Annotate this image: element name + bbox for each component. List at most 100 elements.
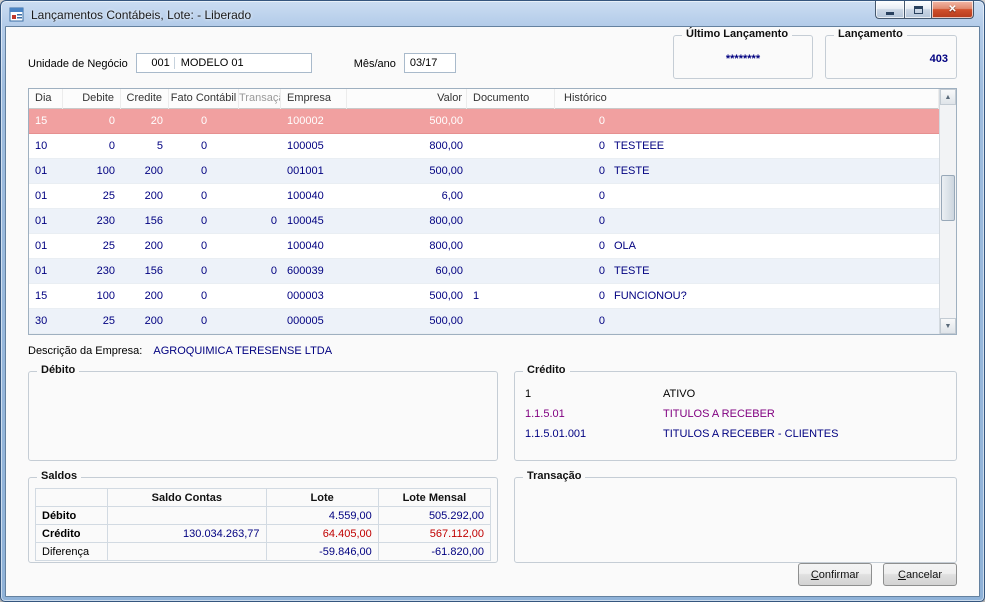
cell-fato: 0 [200, 140, 208, 152]
account-name: TITULOS A RECEBER - CLIENTES [663, 428, 839, 440]
confirmar-button[interactable]: Confirmar [798, 563, 872, 586]
table-row[interactable]: 30 25 200 0 000005 500,00 0 [29, 309, 939, 334]
cell-valor: 500,00 [429, 315, 463, 327]
unidade-negocio-label: Unidade de Negócio [28, 58, 128, 70]
mes-ano-field[interactable]: 03/17 [403, 53, 456, 73]
cell-credite: 200 [144, 315, 163, 327]
caption-buttons: ✕ [875, 1, 974, 19]
cell-historico: TESTE [614, 165, 650, 177]
cell-empresa: 600039 [287, 265, 324, 277]
cell-debite: 25 [102, 190, 115, 202]
column-header-fato[interactable]: Fato Contábil [169, 88, 239, 109]
column-header-credite[interactable]: Credite [121, 88, 169, 109]
saldos-row-label: Diferença [34, 542, 109, 561]
cell-dia: 10 [35, 140, 48, 152]
cell-empresa: 100040 [287, 240, 324, 252]
credito-box: Crédito 1 ATIVO 1.1.5.01 TITULOS A RECEB… [514, 364, 957, 461]
cell-debite: 100 [96, 290, 115, 302]
saldos-transacao-row: Saldos Saldo Contas Lote Lote Mensal Déb… [28, 470, 957, 563]
saldos-debito-saldo-contas [107, 506, 267, 525]
column-header-documento[interactable]: Documento [467, 88, 555, 109]
table-row[interactable]: 01 25 200 0 100040 6,00 0 [29, 184, 939, 209]
descricao-empresa-row: Descrição da Empresa: AGROQUIMICA TERESE… [28, 345, 957, 357]
mes-ano-label: Mês/ano [353, 58, 396, 70]
scroll-up-button[interactable]: ▲ [940, 89, 956, 105]
cell-debite: 25 [102, 240, 115, 252]
cell-valor: 500,00 [429, 115, 463, 127]
descricao-empresa-value: AGROQUIMICA TERESENSE LTDA [153, 345, 333, 357]
table-row[interactable]: 01 100 200 0 001001 500,00 0 TESTE [29, 159, 939, 184]
saldos-diferenca-saldo-contas [107, 542, 267, 561]
cell-fato: 0 [200, 315, 208, 327]
cell-valor: 500,00 [429, 290, 463, 302]
table-row[interactable]: 15 0 20 0 100002 500,00 0 [29, 109, 939, 134]
cell-fato: 0 [200, 115, 208, 127]
credito-title: Crédito [523, 364, 570, 376]
cell-empresa: 100045 [287, 215, 324, 227]
cell-fato: 0 [200, 165, 208, 177]
column-header-transacao[interactable]: Transação [239, 88, 281, 109]
saldos-credito-lote-mensal: 567.112,00 [377, 524, 492, 543]
cell-hist_num: 0 [598, 215, 605, 227]
title-bar[interactable]: Lançamentos Contábeis, Lote: - Liberado … [5, 1, 980, 26]
grid-body: 15 0 20 0 100002 500,00 0 10 0 5 0 100005 800,00 0 TES… [29, 109, 939, 334]
account-code: 1.1.5.01.001 [525, 428, 587, 440]
app-icon [9, 7, 25, 23]
cell-hist_num: 0 [598, 165, 605, 177]
minimize-button[interactable] [875, 1, 904, 19]
minimize-icon [886, 11, 894, 15]
debito-credito-row: Débito Crédito 1 ATIVO 1.1.5.01 TITULOS … [28, 364, 957, 461]
close-icon: ✕ [948, 4, 957, 15]
unidade-negocio-field[interactable]: 001 MODELO 01 [135, 53, 312, 73]
cell-empresa: 000003 [287, 290, 324, 302]
column-header-empresa[interactable]: Empresa [281, 88, 347, 109]
saldos-box: Saldos Saldo Contas Lote Lote Mensal Déb… [28, 470, 498, 563]
table-row[interactable]: 01 230 156 0 0 100045 800,00 0 [29, 209, 939, 234]
cell-dia: 15 [35, 115, 48, 127]
saldos-row-label: Crédito [34, 524, 109, 543]
scrollbar-thumb[interactable] [941, 175, 955, 221]
mes-ano-value: 03/17 [409, 57, 438, 69]
grid-header: Dia Debite Credite Fato Contábil Transaç… [29, 88, 939, 109]
column-header-dia[interactable]: Dia [29, 88, 63, 109]
scrollbar-track[interactable] [940, 105, 956, 318]
cell-fato: 0 [200, 290, 208, 302]
cell-debite: 230 [96, 215, 115, 227]
cell-empresa: 100002 [287, 115, 324, 127]
column-header-debite[interactable]: Debite [63, 88, 121, 109]
app-window: Lançamentos Contábeis, Lote: - Liberado … [0, 0, 985, 602]
cell-valor: 500,00 [429, 165, 463, 177]
cell-credite: 156 [144, 215, 163, 227]
cell-dia: 01 [35, 165, 48, 177]
table-row[interactable]: 15 100 200 0 000003 500,00 1 0 FUNCIONOU? [29, 284, 939, 309]
scroll-down-button[interactable]: ▼ [940, 318, 956, 334]
saldos-debito-lote-mensal: 505.292,00 [377, 506, 492, 525]
cell-transacao: 0 [270, 215, 277, 227]
ultimo-lancamento-title: Último Lançamento [682, 28, 793, 40]
unidade-negocio-code: 001 [137, 57, 175, 69]
close-button[interactable]: ✕ [932, 1, 974, 19]
table-row[interactable]: 01 25 200 0 100040 800,00 0 OLA [29, 234, 939, 259]
lancamento-title: Lançamento [834, 28, 907, 40]
table-row[interactable]: 01 230 156 0 0 600039 60,00 0 TESTE [29, 259, 939, 284]
cell-dia: 01 [35, 265, 48, 277]
cell-credite: 156 [144, 265, 163, 277]
cell-debite: 100 [96, 165, 115, 177]
lancamento-value: 403 [929, 53, 948, 65]
vertical-scrollbar[interactable]: ▲ ▼ [939, 89, 956, 334]
cancelar-button[interactable]: Cancelar [883, 563, 957, 586]
saldos-diferenca-lote: -59.846,00 [265, 542, 379, 561]
table-row[interactable]: 10 0 5 0 100005 800,00 0 TESTEEE [29, 134, 939, 159]
cell-fato: 0 [200, 265, 208, 277]
cell-hist_num: 0 [598, 115, 605, 127]
cell-debite: 0 [108, 140, 115, 152]
cell-hist_num: 0 [598, 240, 605, 252]
saldos-header-lote: Lote [265, 488, 379, 507]
column-header-historico[interactable]: Histórico [555, 88, 939, 109]
maximize-button[interactable] [904, 1, 932, 19]
header-controls: Unidade de Negócio 001 MODELO 01 Mês/ano… [28, 28, 957, 80]
column-header-valor[interactable]: Valor [347, 88, 467, 109]
dialog-client-area: Unidade de Negócio 001 MODELO 01 Mês/ano… [5, 26, 980, 597]
cell-transacao: 0 [270, 265, 277, 277]
cell-dia: 01 [35, 190, 48, 202]
